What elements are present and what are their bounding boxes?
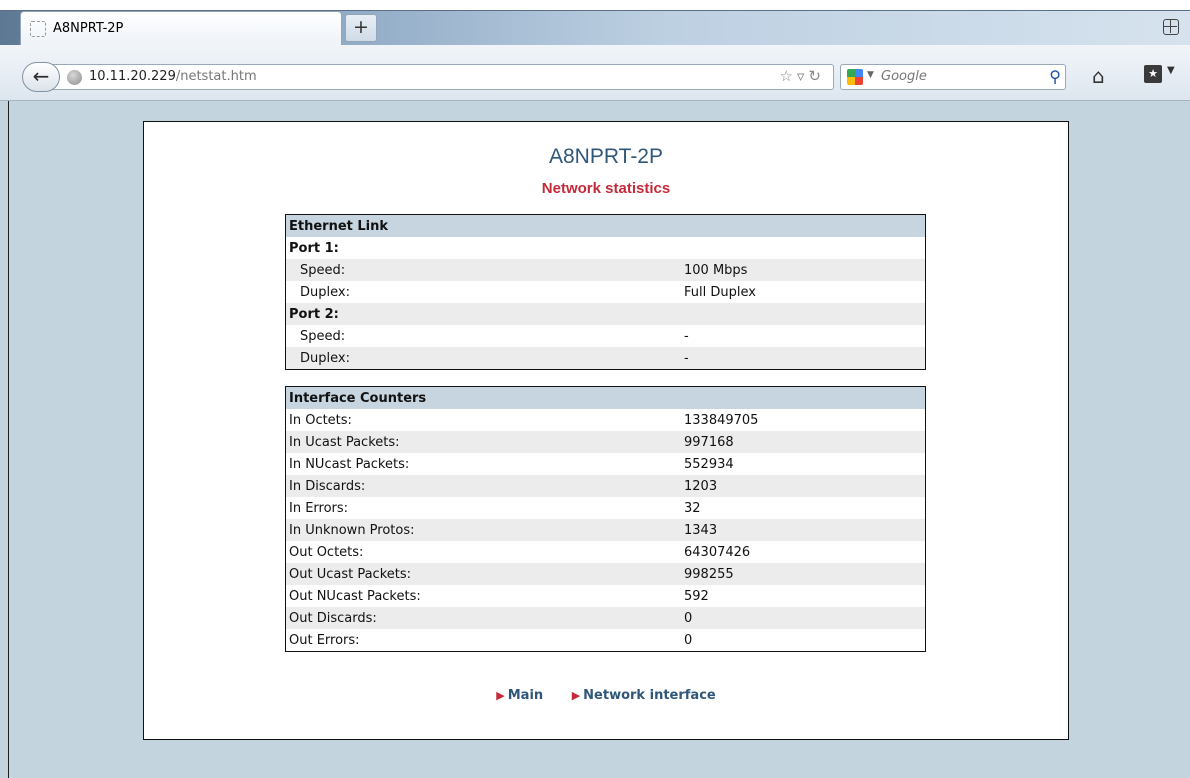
counter-value: 592	[684, 588, 709, 604]
port1-speed-value: 100 Mbps	[680, 259, 925, 281]
port1-duplex-value: Full Duplex	[684, 284, 756, 300]
counter-label: In Unknown Protos:	[286, 519, 680, 541]
url-path: /netstat.htm	[175, 69, 257, 84]
new-tab-button[interactable]: +	[345, 14, 377, 42]
counter-value: 0	[680, 607, 925, 629]
interface-counters-table: Interface Counters In Octets: 133849705 I…	[285, 386, 926, 652]
port2-label: Port 2:	[286, 303, 680, 325]
page-title: A8NPRT-2P	[549, 145, 663, 168]
network-interface-link[interactable]: ▶ Network interface	[572, 688, 716, 703]
bookmark-star-icon[interactable]: ☆	[779, 67, 796, 85]
counter-label: In NUcast Packets:	[289, 456, 410, 472]
main-link-label: Main	[507, 688, 544, 703]
url-host: 10.11.20.229	[89, 69, 176, 84]
port1-label: Port 1:	[289, 240, 339, 256]
counter-label: In Ucast Packets:	[286, 431, 680, 453]
counter-value: 552934	[684, 456, 734, 472]
main-link[interactable]: ▶ Main	[496, 688, 543, 703]
counter-value: 998255	[680, 563, 925, 585]
search-bar[interactable]: ▼ Google ⚲	[840, 64, 1066, 90]
site-identity-icon[interactable]	[67, 70, 82, 85]
port2-speed-label: Speed:	[300, 328, 346, 344]
port2-duplex-value: -	[680, 347, 925, 369]
network-interface-link-label: Network interface	[583, 688, 716, 703]
url-actions: ☆▿↻	[779, 67, 825, 85]
counter-label: In Discards:	[286, 475, 680, 497]
interface-counters-header: Interface Counters	[286, 387, 925, 409]
window-top-bar	[0, 0, 1190, 10]
port1-speed-label: Speed:	[286, 259, 680, 281]
counter-value: 133849705	[684, 412, 759, 428]
counter-label: Out NUcast Packets:	[289, 588, 421, 604]
port2-speed-value: -	[684, 328, 689, 344]
ethernet-link-table: Ethernet Link Port 1: Speed: 100 Mbps Dup…	[285, 214, 926, 370]
counter-value: 1203	[680, 475, 925, 497]
content-panel: A8NPRT-2P Network statistics Ethernet Li…	[143, 121, 1069, 740]
search-engine-dropdown-icon[interactable]: ▼	[867, 70, 874, 80]
navigation-toolbar: 10.11.20.229/netstat.htm ☆▿↻ ← ▼ Google …	[0, 45, 1190, 101]
tab-groups-icon[interactable]	[1163, 19, 1179, 35]
counter-value: 32	[684, 500, 701, 516]
arrow-right-icon: ▶	[571, 689, 581, 702]
url-text[interactable]: 10.11.20.229/netstat.htm	[89, 69, 257, 84]
history-dropdown-icon[interactable]: ▿	[797, 67, 809, 85]
ethernet-link-header: Ethernet Link	[286, 215, 925, 237]
counter-label: In Octets:	[289, 412, 352, 428]
reload-icon[interactable]: ↻	[808, 67, 825, 85]
search-engine-icon[interactable]	[847, 69, 863, 85]
counter-label: In Errors:	[289, 500, 349, 516]
back-button[interactable]: ←	[22, 62, 60, 92]
tab-title: A8NPRT-2P	[53, 21, 124, 36]
counter-label: Out Errors:	[289, 632, 360, 648]
bookmarks-menu-icon[interactable]: ★	[1144, 65, 1162, 83]
counter-value: 1343	[680, 519, 925, 541]
search-placeholder[interactable]: Google	[881, 69, 927, 84]
search-icon[interactable]: ⚲	[1049, 67, 1061, 86]
counter-label: Out Octets:	[289, 544, 364, 560]
counter-value: 0	[684, 632, 693, 648]
counter-label: Out Ucast Packets:	[286, 563, 680, 585]
tab-active[interactable]: A8NPRT-2P	[20, 11, 342, 45]
page-favicon-icon	[30, 21, 46, 37]
window-left-border	[8, 101, 9, 778]
page-subtitle: Network statistics	[541, 180, 671, 197]
counter-label: Out Discards:	[286, 607, 680, 629]
bookmarks-dropdown-icon[interactable]: ▼	[1167, 65, 1175, 76]
home-icon[interactable]: ⌂	[1092, 64, 1105, 88]
port1-duplex-label: Duplex:	[300, 284, 350, 300]
arrow-right-icon: ▶	[496, 689, 505, 702]
port2-duplex-label: Duplex:	[286, 347, 680, 369]
bottom-navigation: ▶ Main ▶ Network interface	[144, 688, 1068, 703]
counter-value: 997168	[680, 431, 925, 453]
address-bar[interactable]: 10.11.20.229/netstat.htm ☆▿↻	[44, 64, 834, 90]
back-arrow-icon: ←	[32, 64, 50, 88]
counter-value: 64307426	[684, 544, 751, 560]
